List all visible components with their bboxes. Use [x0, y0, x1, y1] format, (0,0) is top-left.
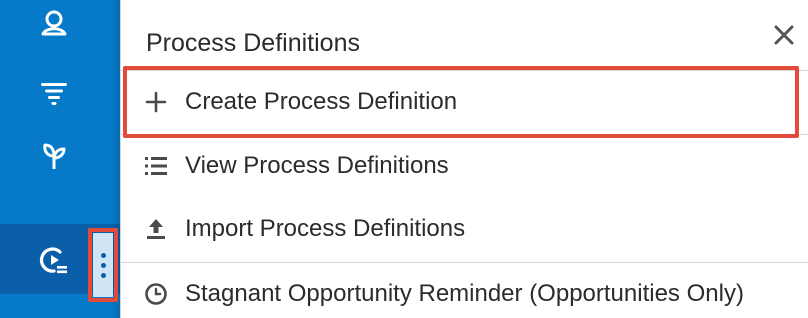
process-icon	[39, 247, 67, 274]
nav-item-contacts[interactable]	[0, 0, 120, 62]
menu-item-stagnant-opportunity-reminder[interactable]: Stagnant Opportunity Reminder (Opportuni…	[121, 262, 808, 318]
kebab-highlight-box	[88, 228, 118, 302]
list-icon	[145, 157, 167, 175]
process-definitions-panel: Process Definitions Create Process Defin…	[120, 0, 808, 318]
menu-item-label: View Process Definitions	[185, 152, 449, 179]
panel-title: Process Definitions	[146, 29, 360, 57]
filter-icon	[41, 83, 67, 105]
menu-item-label: Stagnant Opportunity Reminder (Opportuni…	[185, 280, 744, 307]
clock-icon	[145, 283, 167, 305]
plant-icon	[43, 143, 66, 169]
menu-item-view-process-definitions[interactable]: View Process Definitions	[121, 134, 808, 198]
close-button[interactable]	[769, 20, 799, 50]
upload-icon	[147, 219, 165, 239]
menu-item-label: Import Process Definitions	[185, 215, 466, 242]
contacts-icon	[41, 10, 67, 36]
create-highlight-box	[123, 66, 799, 138]
nav-item-filter[interactable]	[0, 62, 120, 124]
close-icon	[774, 25, 794, 45]
menu-item-import-process-definitions[interactable]: Import Process Definitions	[121, 197, 808, 261]
nav-item-plant[interactable]	[0, 124, 120, 186]
